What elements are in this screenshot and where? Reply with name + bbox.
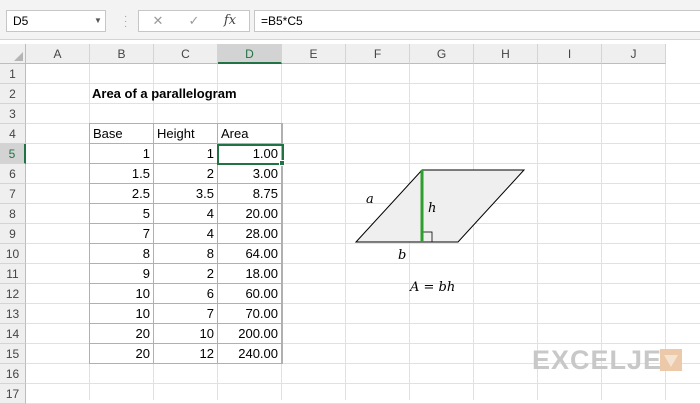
- table-cell-height[interactable]: 8: [154, 244, 218, 264]
- table-cell-height[interactable]: 12: [154, 344, 218, 364]
- grid-line-horizontal: [26, 383, 700, 384]
- row-header-4[interactable]: 4: [0, 124, 26, 144]
- table-cell-height[interactable]: 2: [154, 264, 218, 284]
- table-cell-area[interactable]: 18.00: [218, 264, 282, 284]
- table-cell-area[interactable]: 70.00: [218, 304, 282, 324]
- row-header-2[interactable]: 2: [0, 84, 26, 104]
- row-header-8[interactable]: 8: [0, 204, 26, 224]
- table-cell-base[interactable]: 9: [90, 264, 154, 284]
- table-cell-base[interactable]: 8: [90, 244, 154, 264]
- row-header-6[interactable]: 6: [0, 164, 26, 184]
- row-header-14[interactable]: 14: [0, 324, 26, 344]
- table-cell-height[interactable]: 4: [154, 224, 218, 244]
- active-cell-selection[interactable]: [217, 144, 284, 165]
- table-cell-height[interactable]: 4: [154, 204, 218, 224]
- table-cell-base[interactable]: 10: [90, 304, 154, 324]
- table-cell-base[interactable]: 5: [90, 204, 154, 224]
- row-header-12[interactable]: 12: [0, 284, 26, 304]
- table-cell-base[interactable]: 20: [90, 324, 154, 344]
- table-cell-area[interactable]: 20.00: [218, 204, 282, 224]
- table-header-area[interactable]: Area: [218, 124, 282, 144]
- row-header-15[interactable]: 15: [0, 344, 26, 364]
- table-cell-area[interactable]: 200.00: [218, 324, 282, 344]
- exceljet-logo-mark: [660, 349, 682, 371]
- height-label-h: h: [428, 201, 437, 216]
- row-header-3[interactable]: 3: [0, 104, 26, 124]
- table-cell-height[interactable]: 3.5: [154, 184, 218, 204]
- sheet-title: Area of a parallelogram: [92, 86, 237, 101]
- table-cell-height[interactable]: 7: [154, 304, 218, 324]
- parallelogram-shape: [354, 169, 526, 243]
- table-cell-base[interactable]: 10: [90, 284, 154, 304]
- row-header-10[interactable]: 10: [0, 244, 26, 264]
- table-cell-height[interactable]: 10: [154, 324, 218, 344]
- table-cell-area[interactable]: 240.00: [218, 344, 282, 364]
- parallelogram-diagram: [354, 169, 526, 243]
- table-cell-height[interactable]: 2: [154, 164, 218, 184]
- base-label-b: b: [398, 248, 407, 263]
- row-header-13[interactable]: 13: [0, 304, 26, 324]
- table-cell-area[interactable]: 64.00: [218, 244, 282, 264]
- row-header-11[interactable]: 11: [0, 264, 26, 284]
- table-cell-base[interactable]: 20: [90, 344, 154, 364]
- table-cell-area[interactable]: 3.00: [218, 164, 282, 184]
- table-cell-area[interactable]: 28.00: [218, 224, 282, 244]
- table-cell-height[interactable]: 6: [154, 284, 218, 304]
- row-header-9[interactable]: 9: [0, 224, 26, 244]
- row-header-5[interactable]: 5: [0, 144, 26, 164]
- row-header-7[interactable]: 7: [0, 184, 26, 204]
- fill-handle[interactable]: [279, 160, 285, 166]
- table-cell-area[interactable]: 60.00: [218, 284, 282, 304]
- table-cell-base[interactable]: 1: [90, 144, 154, 164]
- table-header-height[interactable]: Height: [154, 124, 218, 144]
- row-header-16[interactable]: 16: [0, 364, 26, 384]
- table-cell-base[interactable]: 2.5: [90, 184, 154, 204]
- row-header-17[interactable]: 17: [0, 384, 26, 404]
- side-label-a: a: [366, 192, 374, 207]
- exceljet-logo: EXCELJET: [532, 345, 680, 375]
- table-cell-base[interactable]: 7: [90, 224, 154, 244]
- table-cell-height[interactable]: 1: [154, 144, 218, 164]
- area-formula: A = bh: [410, 280, 456, 295]
- table-header-base[interactable]: Base: [90, 124, 154, 144]
- row-header-1[interactable]: 1: [0, 64, 26, 84]
- table-cell-base[interactable]: 1.5: [90, 164, 154, 184]
- table-cell-area[interactable]: 8.75: [218, 184, 282, 204]
